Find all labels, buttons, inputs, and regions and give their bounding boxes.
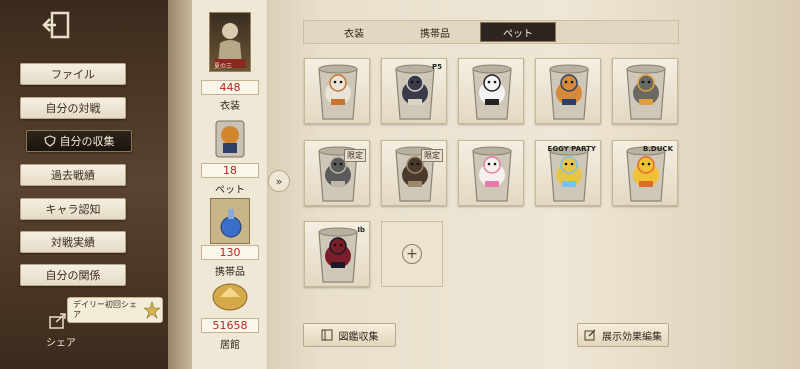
sidebar-item-past-records[interactable]: 過去戦績 (20, 164, 126, 186)
edit-display-button[interactable]: 展示効果編集 (577, 323, 669, 347)
costume-thumbnail[interactable]: 夏の三 (209, 12, 251, 72)
sidebar-item-file[interactable]: ファイル (20, 63, 126, 85)
costume-count: 448 (201, 80, 259, 95)
plus-icon: + (402, 244, 422, 264)
pet-slot[interactable] (535, 58, 601, 124)
tab-accessory[interactable]: 携帯品 (397, 22, 473, 42)
residence-label: 居館 (220, 340, 240, 351)
residence-count: 51658 (201, 318, 259, 333)
exit-icon[interactable] (42, 10, 76, 40)
pet-slot[interactable]: 限定 (304, 140, 370, 206)
catalog-button[interactable]: 図鑑収集 (303, 323, 396, 347)
share-banner-text: デイリー初回シェア (73, 300, 137, 319)
pet-figure-icon (472, 146, 512, 202)
pet-figure-icon (472, 64, 512, 120)
limited-tag: 限定 (344, 149, 366, 162)
limited-tag: 限定 (421, 149, 443, 162)
pet-figure-icon (626, 64, 666, 120)
pet-figure-icon (215, 120, 245, 158)
sidebar-item-match-achievements[interactable]: 対戦実績 (20, 231, 126, 253)
reward-icon (144, 301, 160, 319)
sidebar-item-label: 自分の収集 (59, 135, 115, 148)
collab-logo: Ib (357, 226, 365, 234)
pet-slot[interactable] (304, 58, 370, 124)
pet-figure-icon (318, 64, 358, 120)
tab-pet[interactable]: ペット (480, 22, 556, 42)
sidebar-item-label: 自分の対戦 (45, 102, 101, 115)
collab-logo: P5 (431, 63, 442, 71)
pet-slot[interactable] (458, 140, 524, 206)
pet-slot[interactable]: B.DUCK (612, 140, 678, 206)
pet-thumbnail[interactable] (210, 115, 250, 161)
share-label: シェア (46, 338, 76, 349)
accessory-count: 130 (201, 245, 259, 260)
pet-label: ペット (215, 185, 245, 196)
collab-logo: EGGY PARTY (547, 145, 596, 153)
collection-screen: ファイル 自分の対戦 自分の収集 過去戦績 キャラ認知 対戦実績 自分の関係 デ… (0, 0, 800, 369)
tab-costume[interactable]: 衣装 (316, 22, 392, 42)
residence-emblem-icon (212, 283, 248, 311)
share-icon[interactable] (48, 312, 68, 330)
costume-label: 衣装 (220, 101, 240, 112)
pet-slot[interactable] (612, 58, 678, 124)
pet-slot[interactable]: 限定 (381, 140, 447, 206)
stats-column: 夏の三 448 衣装 18 ペット 130 携帯品 51658 居館 (192, 0, 268, 369)
catalog-button-label: 図鑑収集 (338, 331, 379, 343)
sidebar-item-label: 過去戦績 (51, 169, 95, 182)
sidebar-item-my-relations[interactable]: 自分の関係 (20, 264, 126, 286)
pet-slot[interactable]: Ib (304, 221, 370, 287)
pet-slot[interactable]: P5 (381, 58, 447, 124)
edit-icon (584, 329, 596, 341)
pet-slot[interactable]: EGGY PARTY (535, 140, 601, 206)
sidebar-item-my-matches[interactable]: 自分の対戦 (20, 97, 126, 119)
daily-share-banner[interactable]: デイリー初回シェア (67, 297, 163, 323)
pet-figure-icon (549, 64, 589, 120)
sidebar-item-character-recognition[interactable]: キャラ認知 (20, 198, 126, 220)
sidebar-item-label: ファイル (51, 68, 95, 81)
costume-thumb-label: 夏の三 (214, 63, 233, 70)
sidebar-item-label: 自分の関係 (45, 269, 101, 282)
sidebar-item-label: 対戦実績 (51, 236, 95, 249)
expand-button[interactable]: » (268, 170, 290, 192)
pet-count: 18 (201, 163, 259, 178)
sidebar-item-my-collection[interactable]: 自分の収集 (26, 130, 132, 152)
edit-display-label: 展示効果編集 (602, 331, 662, 343)
sidebar-item-label: キャラ認知 (45, 203, 101, 216)
book-icon (321, 329, 332, 341)
pet-slot[interactable] (458, 58, 524, 124)
collab-logo: B.DUCK (642, 145, 673, 153)
shield-icon (43, 135, 56, 147)
accessory-label: 携帯品 (215, 267, 245, 278)
category-tabs: 衣装 携帯品 ペット (303, 20, 679, 44)
add-pet-slot[interactable]: + (381, 221, 443, 287)
residence-thumbnail[interactable] (210, 279, 250, 315)
accessory-thumbnail[interactable] (210, 198, 250, 244)
potion-icon (220, 209, 242, 238)
chevron-right-icon: » (275, 174, 283, 188)
